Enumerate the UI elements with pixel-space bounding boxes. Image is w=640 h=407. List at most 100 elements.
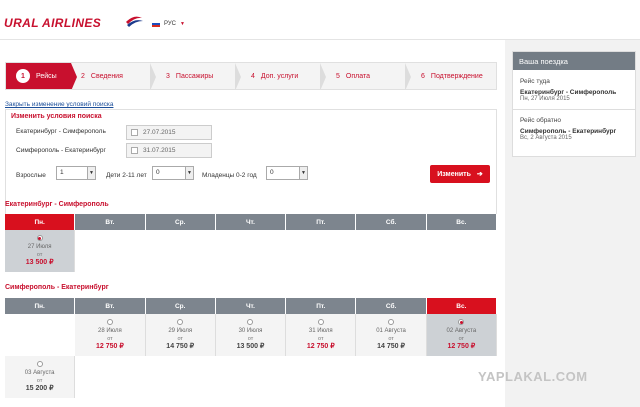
price-prefix: от xyxy=(36,252,43,258)
day-header: Пт. xyxy=(286,298,357,314)
day-header: Чт. xyxy=(215,214,287,230)
language-label: РУС xyxy=(164,21,177,27)
button-label: Изменить xyxy=(437,170,471,178)
flight-price: 13 500 ₽ xyxy=(236,343,265,350)
flight-cell[interactable]: 31 Июля от 12 750 ₽ xyxy=(286,314,357,356)
radio-button[interactable] xyxy=(317,319,324,325)
flight-date: 02 Августа xyxy=(446,328,477,334)
step-label: Подтверждение xyxy=(430,72,483,80)
price-prefix: от xyxy=(247,336,254,342)
outbound-label: Рейс туда xyxy=(520,78,550,85)
step-passengers[interactable]: 3 Пассажиры xyxy=(156,63,241,89)
step-details[interactable]: 2 Сведения xyxy=(71,63,156,89)
outbound-calendar: Пн. Вт. Ср. Чт. Пт. Сб. Вс. 27 Июля от 1… xyxy=(5,214,497,272)
language-selector[interactable]: РУС ▼ xyxy=(152,21,185,27)
russian-flag-icon xyxy=(152,21,160,27)
return-date: Вс, 2 Августа 2015 xyxy=(520,135,572,141)
divider xyxy=(513,109,635,110)
day-header: Чт. xyxy=(215,298,287,314)
radio-button[interactable] xyxy=(36,361,43,367)
return-route: Симферополь - Екатеринбург xyxy=(520,128,617,135)
step-extras[interactable]: 4 Доп. услуги xyxy=(241,63,326,89)
step-label: Доп. услуги xyxy=(260,72,299,80)
day-header: Ср. xyxy=(145,214,216,230)
price-prefix: от xyxy=(177,336,183,342)
flight-date: 29 Июля xyxy=(168,328,193,334)
price-prefix: от xyxy=(388,336,394,342)
booking-main: 1 Рейсы 2 Сведения 3 Пассажиры 4 Доп. ус… xyxy=(0,40,505,407)
day-header: Пн. xyxy=(5,298,76,314)
flight-cell[interactable]: 27 Июля от 13 500 ₽ xyxy=(5,230,76,272)
booking-steps: 1 Рейсы 2 Сведения 3 Пассажиры 4 Доп. ус… xyxy=(5,62,497,90)
price-prefix: от xyxy=(458,336,465,342)
day-header: Ср. xyxy=(145,298,216,314)
step-label: Пассажиры xyxy=(175,72,214,80)
date-field-return[interactable]: 31.07.2015 xyxy=(126,143,212,158)
flight-price: 12 750 ₽ xyxy=(447,343,476,350)
flight-price: 12 750 ₽ xyxy=(306,343,335,350)
day-header: Сб. xyxy=(356,214,427,230)
flight-date: 01 Августа xyxy=(376,328,406,334)
watermark: YAPLAKAL.COM xyxy=(478,369,588,384)
radio-button[interactable] xyxy=(106,319,113,325)
route-2-label: Симферополь - Екатеринбург xyxy=(16,147,106,154)
flight-date: 28 Июля xyxy=(98,328,122,334)
select-value: 1 xyxy=(60,169,64,176)
step-payment[interactable]: 5 Оплата xyxy=(326,63,411,89)
price-prefix: от xyxy=(107,336,113,342)
step-number: 6 xyxy=(421,72,425,80)
day-header: Пн. xyxy=(5,214,76,230)
change-search-button[interactable]: Изменить ➔ xyxy=(430,165,490,183)
flight-cell[interactable]: 02 Августа от 12 750 ₽ xyxy=(426,314,497,356)
step-label: Рейсы xyxy=(36,72,57,80)
flight-date: 27 Июля xyxy=(27,244,52,250)
arrow-right-icon: ➔ xyxy=(476,171,483,178)
radio-button[interactable] xyxy=(388,319,395,325)
select-value: 0 xyxy=(156,169,160,176)
brand-logo[interactable]: URAL AIRLINES xyxy=(4,16,101,30)
trip-summary-title: Ваша поездка xyxy=(513,52,635,70)
flight-cell[interactable]: 28 Июля от 12 750 ₽ xyxy=(75,314,146,356)
flight-price: 15 200 ₽ xyxy=(25,385,54,392)
price-prefix: от xyxy=(36,378,43,384)
flight-cell[interactable]: 01 Августа от 14 750 ₽ xyxy=(356,314,427,356)
outbound-date: Пн, 27 Июля 2015 xyxy=(520,96,570,102)
flight-cell[interactable]: 30 Июля от 13 500 ₽ xyxy=(215,314,287,356)
day-header: Сб. xyxy=(356,298,427,314)
outbound-route: Екатеринбург - Симферополь xyxy=(520,89,617,96)
flight-cell[interactable]: 29 Июля от 14 750 ₽ xyxy=(145,314,216,356)
step-separator xyxy=(71,63,77,89)
select-value: 0 xyxy=(270,169,274,176)
top-header: URAL AIRLINES РУС ▼ xyxy=(0,0,640,40)
flight-date: 30 Июля xyxy=(238,328,263,334)
close-search-link[interactable]: Закрыть изменение условий поиска xyxy=(5,101,113,108)
return-calendar: Пн. Вт. Ср. Чт. Пт. Сб. Вс. 28 Июля от 1… xyxy=(5,298,497,398)
radio-button[interactable] xyxy=(177,319,184,325)
step-number: 4 xyxy=(251,72,255,80)
calendar-icon xyxy=(131,147,138,154)
step-number: 2 xyxy=(81,72,85,80)
adults-select[interactable]: 1 ▼ xyxy=(56,166,96,180)
day-header: Вт. xyxy=(75,214,146,230)
chevron-down-icon: ▼ xyxy=(87,167,95,179)
outbound-title: Екатеринбург - Симферополь xyxy=(5,201,109,208)
date-value: 27.07.2015 xyxy=(143,129,176,136)
step-number: 5 xyxy=(336,72,340,80)
calendar-icon xyxy=(131,129,138,136)
step-flights[interactable]: 1 Рейсы xyxy=(6,63,77,89)
radio-button[interactable] xyxy=(36,235,43,241)
flight-cell[interactable]: 03 Августа от 15 200 ₽ xyxy=(5,356,76,398)
search-panel: Изменить условия поиска Екатеринбург - С… xyxy=(5,109,497,229)
flight-price: 14 750 ₽ xyxy=(377,343,405,350)
route-1-label: Екатеринбург - Симферополь xyxy=(16,128,106,135)
radio-button[interactable] xyxy=(247,319,254,325)
date-field-outbound[interactable]: 27.07.2015 xyxy=(126,125,212,140)
infants-select[interactable]: 0 ▼ xyxy=(266,166,308,180)
flight-price: 12 750 ₽ xyxy=(96,343,124,350)
step-confirmation[interactable]: 6 Подтверждение xyxy=(411,63,496,89)
radio-button[interactable] xyxy=(458,319,465,325)
children-select[interactable]: 0 ▼ xyxy=(152,166,194,180)
flight-price: 13 500 ₽ xyxy=(25,259,54,266)
day-header: Пт. xyxy=(286,214,357,230)
return-label: Рейс обратно xyxy=(520,117,561,124)
